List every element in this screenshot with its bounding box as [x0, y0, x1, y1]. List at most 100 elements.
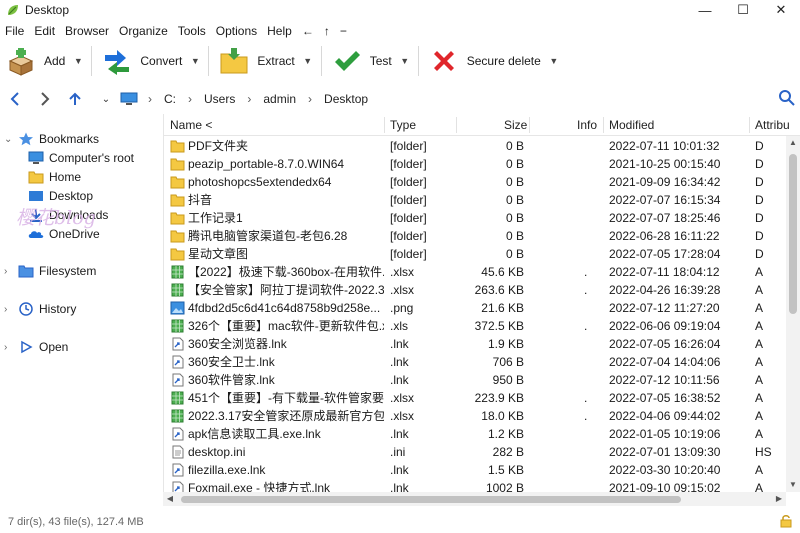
folder-file-icon	[170, 157, 185, 171]
test-label: Test	[369, 54, 392, 68]
file-info	[584, 479, 604, 492]
table-row[interactable]: 360安全卫士.lnk .lnk 706 B 2022-07-04 14:04:06 A	[164, 353, 800, 371]
collapsed-chevron-icon[interactable]: ›	[4, 342, 14, 353]
menu-collapse[interactable]: −	[335, 21, 352, 41]
add-dropdown-chevron-icon[interactable]: ▼	[69, 41, 87, 81]
tree-item-desktop[interactable]: Desktop	[28, 187, 93, 205]
scroll-left-arrow-icon[interactable]: ◀	[163, 492, 177, 506]
table-row[interactable]: Foxmail.exe - 快捷方式.lnk .lnk 1002 B 2021-09-…	[164, 479, 800, 492]
table-row[interactable]: 360安全浏览器.lnk .lnk 1.9 KB 2022-07-05 16:26:0…	[164, 335, 800, 353]
table-row[interactable]: desktop.ini .ini 282 B 2022-07-01 13:09:30 H…	[164, 443, 800, 461]
convert-button[interactable]: Convert	[96, 41, 182, 81]
extract-button[interactable]: Extract	[213, 41, 295, 81]
tree-item-onedrive[interactable]: OneDrive	[28, 225, 100, 243]
minimize-button[interactable]: —	[686, 0, 724, 20]
table-row[interactable]: 4fdbd2d5c6d41c64d8758b9d258e... .png 21.6 …	[164, 299, 800, 317]
menu-edit[interactable]: Edit	[29, 21, 60, 41]
tree-bookmarks[interactable]: ⌄ Bookmarks	[4, 130, 99, 148]
close-button[interactable]: ✕	[762, 0, 800, 20]
table-row[interactable]: filezilla.exe.lnk .lnk 1.5 KB 2022-03-30 10…	[164, 461, 800, 479]
tree-item-downloads[interactable]: Downloads	[28, 206, 108, 224]
file-modified: 2022-06-28 16:11:22	[609, 229, 720, 243]
tree-history[interactable]: › History	[4, 300, 76, 318]
file-name: 451个【重要】-有下载量-软件管家要...	[188, 391, 384, 405]
table-row[interactable]: peazip_portable-8.7.0.WIN64 [folder] 0 B 20…	[164, 155, 800, 173]
column-divider[interactable]	[603, 117, 604, 133]
vertical-scrollbar[interactable]: ▲ ▼	[786, 136, 800, 492]
back-button[interactable]	[0, 86, 30, 112]
column-divider[interactable]	[529, 117, 530, 133]
scroll-right-arrow-icon[interactable]: ▶	[772, 492, 786, 506]
file-size: 372.5 KB	[474, 319, 524, 333]
table-row[interactable]: photoshopcs5extendedx64 [folder] 0 B 2021-0…	[164, 173, 800, 191]
table-row[interactable]: 【安全管家】阿拉丁提词软件-2022.3.... .xlsx 263.6 KB. 20…	[164, 281, 800, 299]
tree-filesystem[interactable]: › Filesystem	[4, 262, 96, 280]
table-row[interactable]: PDF文件夹 [folder] 0 B 2022-07-11 10:01:32 D	[164, 137, 800, 155]
tree-open[interactable]: › Open	[4, 338, 68, 356]
breadcrumb-drive[interactable]: C:	[158, 92, 182, 106]
scroll-up-arrow-icon[interactable]: ▲	[786, 136, 800, 150]
forward-button[interactable]	[30, 86, 60, 112]
menu-file[interactable]: File	[0, 21, 29, 41]
vertical-scroll-thumb[interactable]	[789, 154, 797, 314]
breadcrumb-admin[interactable]: admin	[257, 92, 302, 106]
table-row[interactable]: 腾讯电脑管家渠道包-老包6.28 [folder] 0 B 2022-06-28 16…	[164, 227, 800, 245]
menu-browser[interactable]: Browser	[60, 21, 114, 41]
tree-item-computers-root[interactable]: Computer's root	[28, 149, 134, 167]
column-name[interactable]: Name <	[170, 114, 212, 136]
toolbar: Add ▼ Convert ▼ Extract ▼ Test ▼ Secure …	[0, 41, 800, 81]
menu-up-arrow[interactable]: ↑	[319, 21, 335, 41]
scroll-down-arrow-icon[interactable]: ▼	[786, 478, 800, 492]
menu-options[interactable]: Options	[211, 21, 262, 41]
arrow-up-icon	[69, 92, 81, 105]
file-name: 326个【重要】mac软件-更新软件包.xls	[188, 319, 384, 333]
table-row[interactable]: apk信息读取工具.exe.lnk .lnk 1.2 KB 2022-01-05 10…	[164, 425, 800, 443]
table-row[interactable]: 【2022】极速下载-360box-在用软件... .xlsx 45.6 KB. 20…	[164, 263, 800, 281]
column-modified[interactable]: Modified	[609, 114, 654, 136]
column-divider[interactable]	[749, 117, 750, 133]
horizontal-scroll-thumb[interactable]	[181, 496, 681, 503]
tree-history-label: History	[39, 302, 77, 316]
extract-dropdown-chevron-icon[interactable]: ▼	[299, 41, 317, 81]
clock-icon	[19, 302, 33, 316]
maximize-button[interactable]: ☐	[724, 0, 762, 20]
table-row[interactable]: 2022.3.17安全管家还原成最新官方包... .xlsx 18.0 KB. 202…	[164, 407, 800, 425]
test-dropdown-chevron-icon[interactable]: ▼	[396, 41, 414, 81]
menu-organize[interactable]: Organize	[114, 21, 173, 41]
breadcrumb-separator-icon: ›	[188, 92, 192, 106]
search-icon[interactable]	[778, 89, 796, 107]
tree-item-home[interactable]: Home	[28, 168, 81, 186]
history-dropdown-chevron-icon[interactable]: ⌄	[96, 94, 116, 105]
convert-dropdown-chevron-icon[interactable]: ▼	[186, 41, 204, 81]
table-row[interactable]: 451个【重要】-有下载量-软件管家要... .xlsx 223.9 KB. 2022…	[164, 389, 800, 407]
column-type[interactable]: Type	[390, 114, 416, 136]
menu-back-arrow[interactable]: ←	[297, 21, 319, 41]
add-button[interactable]: Add	[0, 41, 65, 81]
lock-icon[interactable]	[780, 514, 792, 528]
column-divider[interactable]	[384, 117, 385, 133]
secure-delete-label: Secure delete	[466, 54, 541, 68]
horizontal-scrollbar[interactable]: ◀ ▶	[163, 492, 786, 506]
expanded-chevron-icon[interactable]: ⌄	[4, 134, 14, 145]
table-row[interactable]: 星动文章图 [folder] 0 B 2022-07-05 17:28:04 D	[164, 245, 800, 263]
secure-delete-dropdown-chevron-icon[interactable]: ▼	[545, 41, 563, 81]
menu-tools[interactable]: Tools	[173, 21, 211, 41]
secure-delete-button[interactable]: Secure delete	[423, 41, 541, 81]
collapsed-chevron-icon[interactable]: ›	[4, 304, 14, 315]
table-row[interactable]: 360软件管家.lnk .lnk 950 B 2022-07-12 10:11:56 A	[164, 371, 800, 389]
table-row[interactable]: 326个【重要】mac软件-更新软件包.xls .xls 372.5 KB. 2022…	[164, 317, 800, 335]
column-attributes[interactable]: Attribu	[755, 114, 790, 136]
menu-help[interactable]: Help	[262, 21, 297, 41]
collapsed-chevron-icon[interactable]: ›	[4, 266, 14, 277]
column-divider[interactable]	[456, 117, 457, 133]
file-size: 1.2 KB	[487, 427, 524, 441]
table-row[interactable]: 抖音 [folder] 0 B 2022-07-07 16:15:34 D	[164, 191, 800, 209]
breadcrumb-users[interactable]: Users	[198, 92, 241, 106]
up-button[interactable]	[60, 86, 90, 112]
column-size[interactable]: Size	[504, 114, 527, 136]
breadcrumb-desktop[interactable]: Desktop	[318, 92, 374, 106]
table-row[interactable]: 工作记录1 [folder] 0 B 2022-07-07 18:25:46 D	[164, 209, 800, 227]
column-info[interactable]: Info	[577, 114, 597, 136]
test-button[interactable]: Test	[326, 41, 392, 81]
computer-icon[interactable]	[120, 92, 138, 106]
